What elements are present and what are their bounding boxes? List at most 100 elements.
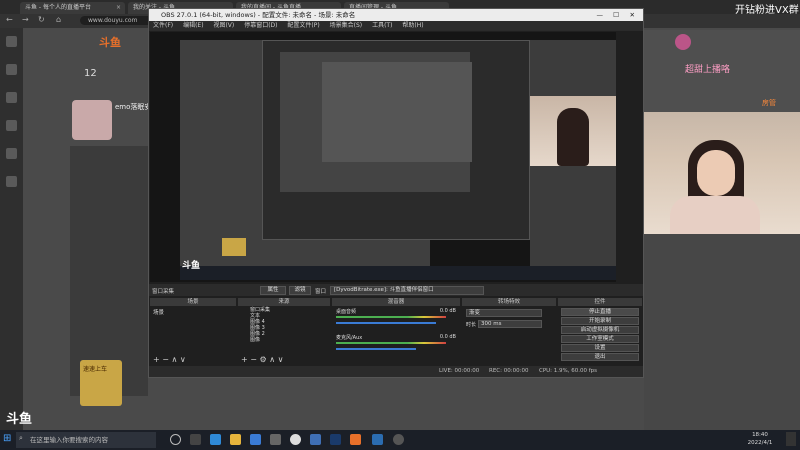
follow-count: 12 — [84, 68, 97, 79]
nav-icon[interactable] — [6, 148, 17, 159]
exit-button[interactable]: 退出 — [561, 353, 639, 361]
desktop-volume-slider[interactable] — [336, 322, 436, 324]
file-explorer-icon[interactable] — [230, 434, 241, 445]
close-icon[interactable]: × — [116, 2, 121, 14]
menu-view[interactable]: 视图(V) — [213, 22, 234, 29]
studio-mode-button[interactable]: 工作室模式 — [561, 335, 639, 343]
minimize-icon[interactable]: — — [597, 9, 604, 21]
scene-add-icon[interactable]: + − ∧ ∨ — [153, 355, 186, 364]
source-item[interactable]: 窗口采集 文本 图像 4 图像 3 图像 2 图像 — [238, 306, 330, 343]
mixer-panel: 混音器 桌面音频 0.0 dB 麦克风/Aux 0.0 dB — [332, 298, 460, 366]
scenes-header: 场景 — [150, 298, 236, 306]
nav-icon[interactable] — [6, 36, 17, 47]
desktop-audio-label: 桌面音频 — [336, 309, 357, 315]
app-icon[interactable] — [270, 434, 281, 445]
menu-docks[interactable]: 停靠窗口(D) — [244, 22, 277, 29]
douyu-logo[interactable]: 斗鱼 — [99, 34, 121, 50]
webcam-body — [670, 196, 760, 234]
menu-help[interactable]: 帮助(H) — [402, 22, 423, 29]
duration-label: 时长 — [466, 322, 477, 328]
menu-file[interactable]: 文件(F) — [149, 22, 173, 29]
sources-panel: 来源 窗口采集 文本 图像 4 图像 3 图像 2 图像 + − ⚙ ∧ ∨ — [238, 298, 330, 366]
house-badge: 房管 — [762, 99, 776, 107]
steam-icon[interactable] — [330, 434, 341, 445]
home-icon[interactable]: ⌂ — [56, 15, 61, 24]
clock-time[interactable]: 18:40 — [740, 432, 780, 438]
obs-menu-bar: 文件(F) 编辑(E) 视图(V) 停靠窗口(D) 配置文件(P) 场景集合(S… — [149, 21, 643, 31]
desktop-audio-meter — [336, 316, 446, 318]
nav-icon[interactable] — [6, 92, 17, 103]
douyu-app-icon[interactable] — [350, 434, 361, 445]
forward-icon[interactable]: → — [22, 15, 29, 24]
virtual-camera-button[interactable]: 启动虚拟摄像机 — [561, 326, 639, 334]
windows-start-icon[interactable]: ⊞ — [3, 433, 11, 444]
douyu-watermark: 斗鱼 — [6, 412, 33, 427]
edge-icon[interactable] — [210, 434, 221, 445]
maximize-icon[interactable]: ☐ — [613, 9, 619, 21]
transitions-header: 转场特效 — [462, 298, 556, 306]
user-avatar[interactable] — [675, 34, 691, 50]
anchor-avatar[interactable] — [72, 100, 112, 140]
menu-profile[interactable]: 配置文件(P) — [287, 22, 319, 29]
chat-column — [70, 146, 148, 396]
cortana-icon[interactable] — [170, 434, 181, 445]
menu-edit[interactable]: 编辑(E) — [183, 22, 203, 29]
window-label: 窗口 — [315, 289, 327, 295]
browser-tab[interactable]: 斗鱼 - 每个人的直播平台 × — [20, 2, 125, 14]
nav-icon[interactable] — [6, 64, 17, 75]
mixer-header: 混音器 — [332, 298, 460, 306]
nav-icon[interactable] — [6, 176, 17, 187]
rec-indicator: REC: 00:00:00 — [489, 368, 529, 374]
preview-taskbar — [180, 266, 616, 280]
obs-taskbar-icon[interactable] — [393, 434, 404, 445]
obs-status-bar: LIVE: 00:00:00 REC: 00:00:00 CPU: 1.9%, … — [149, 366, 643, 377]
app-icon[interactable] — [372, 434, 383, 445]
right-info-area — [644, 234, 800, 430]
app-icon[interactable] — [290, 434, 301, 445]
close-icon[interactable]: ✕ — [630, 9, 635, 21]
overlay-text: 开钻粉进VX群 — [735, 5, 799, 16]
scene-item[interactable]: 场景 — [150, 306, 236, 318]
duration-input[interactable]: 300 ms — [478, 320, 542, 328]
store-icon[interactable] — [250, 434, 261, 445]
properties-button[interactable]: 属性 — [260, 286, 286, 295]
controls-panel: 控件 停止直播 开始录制 启动虚拟摄像机 工作室模式 设置 退出 — [558, 298, 642, 366]
mic-label: 麦克风/Aux — [336, 335, 363, 341]
preview-webcam-person — [557, 108, 589, 166]
sticker-text: 超甜上播咯 — [685, 65, 731, 75]
nav-icon[interactable] — [6, 120, 17, 131]
scenes-panel: 场景 场景 + − ∧ ∨ — [150, 298, 236, 366]
start-recording-button[interactable]: 开始录制 — [561, 317, 639, 325]
app-icon[interactable] — [310, 434, 321, 445]
preview-nested-deep — [322, 62, 472, 162]
menu-tools[interactable]: 工具(T) — [372, 22, 392, 29]
stop-stream-button[interactable]: 停止直播 — [561, 308, 639, 316]
refresh-icon[interactable]: ↻ — [38, 15, 45, 24]
controls-header: 控件 — [558, 298, 642, 306]
search-icon: ⌕ — [19, 434, 23, 442]
transition-select[interactable]: 渐变 — [466, 309, 542, 317]
source-add-icon[interactable]: + − ⚙ ∧ ∨ — [241, 355, 283, 364]
desktop-audio-db: 0.0 dB — [439, 308, 456, 314]
filters-button[interactable]: 滤镜 — [289, 286, 311, 295]
settings-button[interactable]: 设置 — [561, 344, 639, 352]
transitions-panel: 转场特效 渐变 时长 300 ms — [462, 298, 556, 366]
live-indicator: LIVE: 00:00:00 — [439, 368, 480, 374]
left-nav — [0, 28, 23, 430]
clock-date[interactable]: 2022/4/1 — [740, 440, 780, 446]
anchor-name[interactable]: emo落眠安 — [115, 102, 151, 112]
mic-volume-slider[interactable] — [336, 348, 416, 350]
webcam-face — [697, 150, 735, 196]
preview-watermark: 斗鱼 — [182, 261, 201, 271]
notification-icon[interactable] — [786, 432, 796, 446]
cpu-indicator: CPU: 1.9%, 60.00 fps — [539, 368, 598, 374]
promo-label: 速速上车 — [83, 366, 108, 373]
menu-scene-collection[interactable]: 场景集合(S) — [330, 22, 363, 29]
mic-meter — [336, 342, 446, 344]
taskbar-search[interactable]: 在这里输入你要搜索的内容 — [16, 432, 156, 448]
obs-title: OBS 27.0.1 (64-bit, windows) - 配置文件: 未命名… — [161, 11, 356, 19]
window-select[interactable]: [DyvodBitrate.exe]: 斗鱼直播伴侣窗口 — [330, 286, 484, 295]
source-name: 窗口采集 — [152, 289, 175, 295]
back-icon[interactable]: ← — [6, 15, 13, 24]
task-view-icon[interactable] — [190, 434, 201, 445]
